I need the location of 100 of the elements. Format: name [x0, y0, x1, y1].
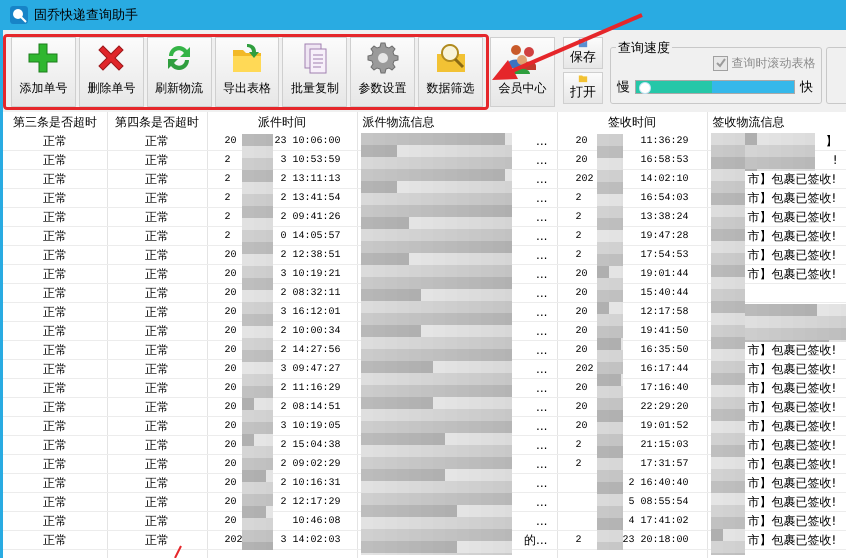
- app-logo-icon: [10, 6, 28, 24]
- toolbar-button[interactable]: 会员中心: [490, 37, 555, 107]
- table-cell: 正常: [107, 284, 207, 302]
- toolbar-button[interactable]: 导出表格: [214, 37, 280, 107]
- table-cell: 正常: [3, 360, 107, 378]
- table-cell-text: 2 12:38:51: [280, 250, 340, 260]
- table-cell-text: 2: [576, 534, 582, 546]
- save-button[interactable]: 保存: [562, 37, 603, 69]
- column-header[interactable]: 签收时间: [557, 112, 707, 132]
- toolbar-button[interactable]: 删除单号: [78, 37, 144, 107]
- table-cell-text: ...: [536, 229, 548, 243]
- table-cell-text: 19:01:44: [640, 268, 688, 280]
- table-cell-text: 3 10:53:59: [280, 154, 340, 166]
- table-cell: 正常: [3, 322, 107, 340]
- table-cell-text: 16:54:03: [640, 192, 688, 204]
- table-cell-text: 2: [576, 458, 582, 470]
- table-cell: 正常: [3, 226, 107, 246]
- table-cell: 正常: [3, 340, 107, 360]
- table-cell: 正常: [107, 132, 207, 150]
- annotation-line: [174, 546, 182, 558]
- table-cell-text: ...: [536, 495, 548, 509]
- table-cell-text: 市】包裹已签收!: [748, 170, 836, 188]
- table-cell-text: 市】包裹已签收!: [748, 342, 836, 358]
- toolbar-button[interactable]: 批量复制: [282, 37, 348, 107]
- table-cell-text: ...: [536, 381, 548, 395]
- table-cell-text: 市】包裹已签收!: [748, 246, 836, 264]
- table-cell: 正常: [3, 474, 107, 492]
- table-cell-text: 10:46:08: [292, 516, 340, 526]
- table-cell-text: 市】包裹已签收!: [748, 398, 836, 416]
- table-cell: 正常: [107, 436, 207, 454]
- table-cell: 正常: [107, 512, 207, 530]
- table-cell-text: 市】包裹已签收!: [748, 380, 836, 396]
- table-cell-text: 20: [224, 364, 237, 374]
- table-cell-text: 2: [576, 250, 582, 260]
- toolbar-button[interactable]: 数据筛选: [418, 37, 484, 107]
- table-cell-text: !: [832, 153, 838, 167]
- table-cell-text: 市】包裹已签收!: [748, 532, 836, 548]
- table-cell-text: 20: [576, 136, 588, 146]
- table-cell-text: 20: [224, 288, 237, 298]
- table-cell-text: 20: [224, 268, 237, 280]
- table-cell-text: 20: [576, 154, 588, 166]
- slow-label: 慢: [616, 79, 630, 96]
- table-cell: 正常: [107, 492, 207, 512]
- table-cell-text: 市】包裹已签收!: [748, 190, 836, 206]
- table-cell-text: 20: [224, 516, 237, 526]
- table-cell-text: 20: [224, 496, 237, 508]
- table-cell: 正常: [107, 454, 207, 474]
- table-cell-text: 2: [224, 192, 231, 204]
- table-cell: 正常: [3, 170, 107, 188]
- column-header[interactable]: 派件时间: [207, 112, 357, 132]
- table-cell-text: 20: [224, 382, 237, 394]
- table-cell-text: 20: [224, 136, 237, 146]
- table-cell-text: 20: [576, 326, 588, 336]
- table-cell-text: 202: [576, 364, 594, 374]
- table-cell-text: 0 14:05:57: [280, 230, 340, 242]
- table-cell-text: 2: [224, 230, 231, 242]
- slider-track[interactable]: [634, 80, 795, 94]
- table-cell-text: 市】包裹已签收!: [748, 360, 836, 378]
- table-cell-text: 3 09:47:27: [280, 364, 340, 374]
- table-cell: 正常: [3, 378, 107, 398]
- toolbar-button[interactable]: 刷新物流: [146, 37, 212, 107]
- toolbar-button[interactable]: 打开: [562, 72, 603, 104]
- table-cell-text: ...: [536, 153, 548, 167]
- table-cell: 正常: [3, 512, 107, 530]
- column-header[interactable]: 第四条是否超时: [107, 112, 207, 132]
- table-cell: 正常: [3, 150, 107, 170]
- table-cell-text: 3 16:12:01: [280, 306, 340, 318]
- table-cell-text: ...: [536, 476, 548, 490]
- table-cell-text: ...: [536, 191, 548, 205]
- column-header[interactable]: 派件物流信息: [357, 112, 557, 132]
- table-cell-text: 12:17:58: [640, 306, 688, 318]
- table-cell-text: ...: [536, 324, 548, 338]
- group-box-edge: [826, 47, 846, 104]
- table-cell-text: 市】包裹已签收!: [748, 208, 836, 226]
- table-cell-text: 市】包裹已签收!: [748, 418, 836, 434]
- table-cell-text: 2: [224, 154, 231, 166]
- table-cell: 正常: [3, 132, 107, 150]
- table-cell-text: 2: [576, 230, 582, 242]
- table-cell: 正常: [107, 188, 207, 208]
- table-cell-text: 202: [224, 534, 243, 546]
- table-cell-text: 2 09:02:29: [280, 458, 340, 470]
- table-cell-text: 20: [576, 382, 588, 394]
- table-cell: 正常: [107, 150, 207, 170]
- table-cell-text: 23 10:06:00: [274, 136, 340, 146]
- table-cell: 正常: [107, 398, 207, 416]
- toolbar-button[interactable]: 参数设置: [350, 37, 416, 107]
- table-cell-text: ...: [536, 419, 548, 433]
- gear-icon: [364, 40, 401, 76]
- slider-thumb[interactable]: [639, 82, 652, 94]
- table-cell: 正常: [107, 340, 207, 360]
- table-cell-text: 21:15:03: [640, 440, 688, 450]
- table-cell-text: ...: [536, 210, 548, 224]
- table-cell: 正常: [107, 170, 207, 188]
- table-cell-text: 16:58:53: [640, 154, 688, 166]
- table-cell: 正常: [107, 360, 207, 378]
- table-cell-text: 3 10:19:05: [280, 420, 340, 432]
- table-cell-text: 市】包裹已签收!: [748, 474, 836, 492]
- table-cell-text: 2 13:11:13: [280, 174, 340, 184]
- table-cell: 正常: [3, 264, 107, 284]
- toolbar-button[interactable]: 添加单号: [11, 37, 76, 107]
